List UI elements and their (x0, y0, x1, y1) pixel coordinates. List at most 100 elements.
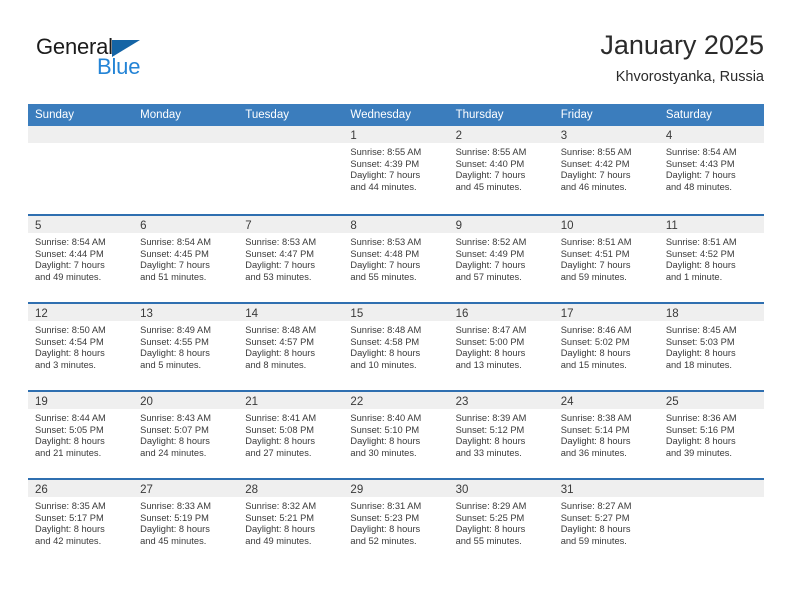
day-cell-3[interactable]: 3 Sunrise: 8:55 AM Sunset: 4:42 PM Daylight… (553, 126, 659, 214)
day-cell-30[interactable]: 30 Sunrise: 8:29 AM Sunset: 5:25 PM Dayligh… (448, 480, 554, 566)
day-cell-17[interactable]: 17 Sunrise: 8:46 AM Sunset: 5:02 PM Dayligh… (553, 304, 659, 390)
day-detail-lines: Sunrise: 8:54 AM Sunset: 4:43 PM Daylight:… (659, 143, 764, 193)
page-title: January 2025 (600, 30, 764, 60)
day-cell-19[interactable]: 19 Sunrise: 8:44 AM Sunset: 5:05 PM Dayligh… (28, 392, 134, 478)
day-detail-line: Sunset: 4:48 PM (350, 248, 420, 259)
day-detail-lines: Sunrise: 8:44 AM Sunset: 5:05 PM Daylight:… (28, 409, 133, 459)
day-detail-lines: Sunrise: 8:35 AM Sunset: 5:17 PM Daylight:… (28, 497, 133, 547)
day-detail-line: and 27 minutes. (245, 447, 312, 458)
day-number-band: 25 (658, 392, 764, 409)
day-number: 1 (350, 130, 357, 142)
day-detail-line: Sunset: 4:42 PM (560, 158, 630, 169)
day-detail-line: Sunrise: 8:39 AM (455, 413, 527, 423)
day-detail-line: Sunset: 5:23 PM (350, 512, 420, 523)
day-cell-18[interactable]: 18 Sunrise: 8:45 AM Sunset: 5:03 PM Dayligh… (658, 304, 764, 390)
day-detail-line: and 42 minutes. (35, 535, 102, 546)
weekday-header-sunday: Sunday (35, 109, 75, 121)
day-cell-22[interactable]: 22 Sunrise: 8:40 AM Sunset: 5:10 PM Dayligh… (343, 392, 449, 478)
day-number: 18 (665, 308, 679, 320)
day-detail-line: Sunrise: 8:54 AM (35, 237, 106, 247)
day-detail-line: and 59 minutes. (560, 271, 627, 282)
day-detail-line: Sunset: 4:52 PM (665, 248, 735, 259)
day-cell-26[interactable]: 26 Sunrise: 8:35 AM Sunset: 5:17 PM Dayligh… (28, 480, 134, 566)
day-detail-lines (238, 143, 343, 147)
day-cell-15[interactable]: 15 Sunrise: 8:48 AM Sunset: 4:58 PM Dayligh… (343, 304, 449, 390)
day-detail-line: Sunset: 5:25 PM (455, 512, 525, 523)
day-cell-6[interactable]: 6 Sunrise: 8:54 AM Sunset: 4:45 PM Daylight… (133, 216, 239, 302)
day-number-band (238, 126, 344, 143)
day-detail-line: Daylight: 7 hours (665, 170, 736, 181)
day-cell-28[interactable]: 28 Sunrise: 8:32 AM Sunset: 5:21 PM Dayligh… (238, 480, 344, 566)
day-cell-16[interactable]: 16 Sunrise: 8:47 AM Sunset: 5:00 PM Dayligh… (448, 304, 554, 390)
day-detail-line: Daylight: 8 hours (140, 524, 210, 535)
day-detail-line: Daylight: 7 hours (350, 170, 421, 181)
day-detail-line: and 30 minutes. (350, 447, 417, 458)
day-cell-9[interactable]: 9 Sunrise: 8:52 AM Sunset: 4:49 PM Daylight… (448, 216, 554, 302)
day-detail-line: and 39 minutes. (665, 447, 732, 458)
day-detail-line: Sunset: 5:16 PM (665, 424, 735, 435)
day-cell-14[interactable]: 14 Sunrise: 8:48 AM Sunset: 4:57 PM Dayligh… (238, 304, 344, 390)
day-cell-25[interactable]: 25 Sunrise: 8:36 AM Sunset: 5:16 PM Dayligh… (658, 392, 764, 478)
day-number: 3 (560, 130, 568, 142)
day-detail-line: Daylight: 7 hours (560, 170, 631, 181)
day-detail-line: and 59 minutes. (560, 535, 627, 546)
day-cell-2[interactable]: 2 Sunrise: 8:55 AM Sunset: 4:40 PM Daylight… (448, 126, 554, 214)
day-number-band: 22 (343, 392, 449, 409)
day-cell-29[interactable]: 29 Sunrise: 8:31 AM Sunset: 5:23 PM Dayligh… (343, 480, 449, 566)
day-detail-line: and 57 minutes. (455, 271, 522, 282)
day-detail-line: and 33 minutes. (455, 447, 522, 458)
day-number: 14 (245, 308, 259, 320)
day-detail-line: Daylight: 8 hours (455, 348, 526, 359)
calendar-page: General Blue January 2025 Khvorostyanka,… (0, 0, 792, 612)
day-number: 27 (140, 484, 153, 496)
day-detail-lines: Sunrise: 8:55 AM Sunset: 4:39 PM Daylight:… (343, 143, 448, 193)
day-number-band: 1 (343, 126, 449, 143)
general-blue-logo[interactable]: General Blue (36, 34, 216, 90)
day-cell-11[interactable]: 11 Sunrise: 8:51 AM Sunset: 4:52 PM Dayligh… (658, 216, 764, 302)
day-detail-line: Sunset: 5:00 PM (455, 336, 525, 347)
day-detail-line: and 45 minutes. (140, 535, 207, 546)
day-detail-line: Sunrise: 8:29 AM (455, 501, 527, 511)
day-number-band: 23 (448, 392, 554, 409)
day-detail-line: and 49 minutes. (245, 535, 312, 546)
day-detail-line: Sunset: 5:08 PM (245, 424, 315, 435)
day-cell-20[interactable]: 20 Sunrise: 8:43 AM Sunset: 5:07 PM Dayligh… (133, 392, 239, 478)
day-cell-13[interactable]: 13 Sunrise: 8:49 AM Sunset: 4:55 PM Dayligh… (133, 304, 239, 390)
day-detail-line: Sunset: 5:12 PM (455, 424, 525, 435)
day-detail-lines: Sunrise: 8:54 AM Sunset: 4:45 PM Daylight:… (133, 233, 238, 283)
day-cell-12[interactable]: 12 Sunrise: 8:50 AM Sunset: 4:54 PM Dayligh… (28, 304, 134, 390)
day-number: 7 (245, 220, 252, 232)
day-detail-line: Sunrise: 8:55 AM (455, 147, 527, 157)
day-number: 31 (560, 484, 574, 496)
day-number-band: 18 (658, 304, 764, 321)
day-detail-lines: Sunrise: 8:54 AM Sunset: 4:44 PM Daylight:… (28, 233, 133, 283)
day-detail-lines: Sunrise: 8:41 AM Sunset: 5:08 PM Daylight:… (238, 409, 343, 459)
day-cell-4[interactable]: 4 Sunrise: 8:54 AM Sunset: 4:43 PM Daylight… (658, 126, 764, 214)
day-detail-lines (659, 497, 764, 501)
day-cell-31[interactable]: 31 Sunrise: 8:27 AM Sunset: 5:27 PM Dayligh… (553, 480, 659, 566)
day-cell-7[interactable]: 7 Sunrise: 8:53 AM Sunset: 4:47 PM Daylight… (238, 216, 344, 302)
day-cell-5[interactable]: 5 Sunrise: 8:54 AM Sunset: 4:44 PM Daylight… (28, 216, 134, 302)
day-number: 11 (665, 220, 678, 232)
day-detail-line: Sunrise: 8:33 AM (140, 501, 211, 511)
day-detail-line: Sunrise: 8:52 AM (455, 237, 527, 247)
day-detail-line: and 52 minutes. (350, 535, 417, 546)
day-cell-27[interactable]: 27 Sunrise: 8:33 AM Sunset: 5:19 PM Dayligh… (133, 480, 239, 566)
day-cell-23[interactable]: 23 Sunrise: 8:39 AM Sunset: 5:12 PM Dayligh… (448, 392, 554, 478)
day-detail-lines: Sunrise: 8:39 AM Sunset: 5:12 PM Daylight:… (449, 409, 554, 459)
day-detail-line: Daylight: 8 hours (350, 348, 421, 359)
day-detail-line: Sunset: 5:14 PM (560, 424, 630, 435)
day-detail-line: Daylight: 8 hours (245, 524, 316, 535)
day-cell-1[interactable]: 1 Sunrise: 8:55 AM Sunset: 4:39 PM Daylight… (343, 126, 449, 214)
day-detail-line: Daylight: 7 hours (245, 260, 316, 271)
day-number-band: 14 (238, 304, 344, 321)
page-subtitle: Khvorostyanka, Russia (615, 69, 764, 85)
day-detail-line: Daylight: 8 hours (560, 348, 631, 359)
day-cell-24[interactable]: 24 Sunrise: 8:38 AM Sunset: 5:14 PM Dayligh… (553, 392, 659, 478)
day-detail-line: Daylight: 7 hours (140, 260, 210, 271)
day-cell-10[interactable]: 10 Sunrise: 8:51 AM Sunset: 4:51 PM Dayligh… (553, 216, 659, 302)
day-detail-line: Sunset: 4:45 PM (140, 248, 209, 259)
day-detail-lines: Sunrise: 8:38 AM Sunset: 5:14 PM Daylight:… (554, 409, 659, 459)
day-cell-8[interactable]: 8 Sunrise: 8:53 AM Sunset: 4:48 PM Daylight… (343, 216, 449, 302)
day-cell-21[interactable]: 21 Sunrise: 8:41 AM Sunset: 5:08 PM Dayligh… (238, 392, 344, 478)
